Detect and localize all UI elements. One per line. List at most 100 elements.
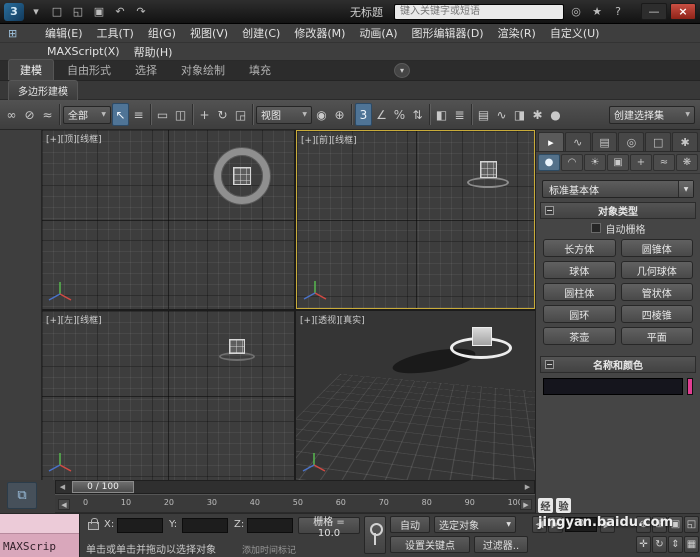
ribbon-tab-modeling[interactable]: 建模 [8, 59, 54, 80]
window-crossing-icon[interactable]: ◫ [172, 103, 189, 126]
viewport-label-perspective[interactable]: [+][透视][真实] [300, 313, 365, 326]
tab-motion-icon[interactable]: ◎ [618, 132, 645, 151]
menu-tools[interactable]: 工具(T) [90, 25, 141, 41]
unlink-selection-icon[interactable]: ⊘ [21, 103, 38, 126]
tab-modify-icon[interactable]: ∿ [564, 132, 591, 151]
nav-zoom-extents-icon[interactable]: ▣ [668, 516, 683, 533]
select-by-name-icon[interactable]: ≡ [130, 103, 147, 126]
help-icon[interactable]: ? [609, 3, 627, 20]
selected-objects-dropdown[interactable]: 选定对象 ▼ [434, 516, 516, 533]
tab-create-icon[interactable]: ▸ [538, 132, 564, 151]
search-icon[interactable]: ◎ [567, 3, 585, 20]
ribbon-tab-populate[interactable]: 填充 [238, 60, 282, 80]
viewport-label-left[interactable]: [+][左][线框] [46, 313, 102, 326]
btn-pyramid[interactable]: 四棱锥 [620, 305, 693, 323]
viewport-label-front[interactable]: [+][前][线框] [301, 133, 357, 146]
object-color-swatch[interactable] [687, 378, 693, 395]
time-slider-handle[interactable]: 0 / 100 [72, 481, 134, 493]
menu-help[interactable]: 帮助(H) [127, 44, 180, 60]
torus-object[interactable] [467, 177, 509, 188]
app-logo-icon[interactable]: 3 [4, 2, 24, 21]
btn-box[interactable]: 长方体 [543, 239, 616, 257]
minimize-button[interactable]: — [641, 3, 667, 20]
menu-create[interactable]: 创建(C) [235, 25, 287, 41]
btn-geosphere[interactable]: 几何球体 [620, 261, 693, 279]
workspace-icon[interactable]: ⊞ [8, 27, 17, 40]
nav-orbit-icon[interactable]: ↻ [652, 536, 667, 553]
category-cameras-icon[interactable]: ▣ [607, 154, 629, 171]
open-file-icon[interactable]: ◱ [69, 3, 87, 20]
ribbon-tab-object-paint[interactable]: 对象绘制 [170, 60, 236, 80]
autogrid-checkbox[interactable] [590, 223, 601, 233]
percent-snap-icon[interactable]: % [391, 103, 408, 126]
go-to-start-icon[interactable]: ◀ [532, 516, 547, 533]
new-scene-icon[interactable]: □ [48, 3, 66, 20]
track-bar[interactable]: ◀ 0 10 20 30 40 50 60 70 80 90 100 ▶ [55, 494, 535, 513]
box-object[interactable] [229, 339, 245, 354]
box-object[interactable] [233, 167, 251, 185]
category-spacewarps-icon[interactable]: ≈ [653, 154, 675, 171]
save-file-icon[interactable]: ▣ [90, 3, 108, 20]
btn-tube[interactable]: 管状体 [620, 283, 693, 301]
select-object-icon[interactable]: ↖ [112, 103, 129, 126]
go-to-end-icon[interactable]: ▶ [600, 516, 615, 533]
btn-plane[interactable]: 平面 [620, 327, 693, 345]
selection-filter-dropdown[interactable]: 全部 ▼ [63, 105, 111, 124]
nav-pan-icon[interactable]: ✛ [636, 536, 651, 553]
nav-maximize-icon[interactable]: ▦ [684, 536, 699, 553]
category-systems-icon[interactable]: ❋ [676, 154, 698, 171]
render-production-icon[interactable]: ● [547, 103, 564, 126]
category-helpers-icon[interactable]: + [630, 154, 652, 171]
btn-cone[interactable]: 圆锥体 [620, 239, 693, 257]
btn-cylinder[interactable]: 圆柱体 [543, 283, 616, 301]
play-icon[interactable]: ▶ [548, 516, 563, 533]
tab-utilities-icon[interactable]: ✱ [672, 132, 698, 151]
tab-hierarchy-icon[interactable]: ▤ [591, 132, 618, 151]
align-icon[interactable]: ≣ [451, 103, 468, 126]
viewport-front[interactable]: [+][前][线框] [296, 130, 535, 309]
redo-icon[interactable]: ↷ [132, 3, 150, 20]
category-geometry-icon[interactable]: ● [538, 154, 560, 171]
category-lights-icon[interactable]: ☀ [584, 154, 606, 171]
named-selection-sets-dropdown[interactable]: 创建选择集 ▼ [609, 105, 695, 124]
time-back-icon[interactable]: ◀ [57, 482, 68, 492]
select-and-scale-icon[interactable]: ◲ [232, 103, 249, 126]
use-pivot-center-icon[interactable]: ◉ [313, 103, 330, 126]
snap-toggle-icon[interactable]: 3 [355, 103, 372, 126]
curve-editor-icon[interactable]: ∿ [493, 103, 510, 126]
listener-line[interactable]: MAXScrip [0, 534, 79, 557]
polygon-modeling-panel[interactable]: 多边形建模 [8, 80, 78, 100]
primitive-category-dropdown[interactable]: 标准基本体 ▼ [542, 180, 694, 198]
menu-group[interactable]: 组(G) [141, 25, 183, 41]
rectangular-selection-icon[interactable]: ▭ [154, 103, 171, 126]
menu-rendering[interactable]: 渲染(R) [491, 25, 543, 41]
menu-views[interactable]: 视图(V) [183, 25, 235, 41]
nav-zoom-region-icon[interactable]: ◱ [684, 516, 699, 533]
menu-edit[interactable]: 编辑(E) [38, 25, 90, 41]
set-key-icon[interactable] [364, 516, 386, 554]
btn-torus[interactable]: 圆环 [543, 305, 616, 323]
favorites-star-icon[interactable]: ★ [588, 3, 606, 20]
close-button[interactable]: × [670, 3, 696, 20]
rollout-name-color[interactable]: − 名称和颜色 [540, 356, 696, 373]
menu-graph-editors[interactable]: 图形编辑器(D) [405, 25, 491, 41]
render-setup-icon[interactable]: ✱ [529, 103, 546, 126]
menu-animation[interactable]: 动画(A) [352, 25, 404, 41]
viewport-top[interactable]: [+][顶][线框] [42, 130, 294, 309]
macro-recorder-line[interactable] [0, 514, 79, 534]
select-and-rotate-icon[interactable]: ↻ [214, 103, 231, 126]
viewport-left[interactable]: [+][左][线框] [42, 311, 294, 480]
angle-snap-icon[interactable]: ∠ [373, 103, 390, 126]
time-forward-icon[interactable]: ▶ [522, 482, 533, 492]
box-object[interactable] [472, 327, 492, 346]
app-menu-arrow-icon[interactable]: ▾ [27, 3, 45, 20]
select-and-manipulate-icon[interactable]: ⊕ [331, 103, 348, 126]
rollout-object-type[interactable]: − 对象类型 [540, 202, 696, 219]
trackbar-left-icon[interactable]: ◀ [58, 499, 70, 510]
undo-icon[interactable]: ↶ [111, 3, 129, 20]
menu-maxscript[interactable]: MAXScript(X) [40, 45, 127, 58]
spinner-snap-icon[interactable]: ⇅ [409, 103, 426, 126]
material-editor-icon[interactable]: ◨ [511, 103, 528, 126]
z-coordinate-field[interactable] [247, 518, 293, 533]
nav-zoom-icon[interactable]: ⊕ [636, 516, 651, 533]
